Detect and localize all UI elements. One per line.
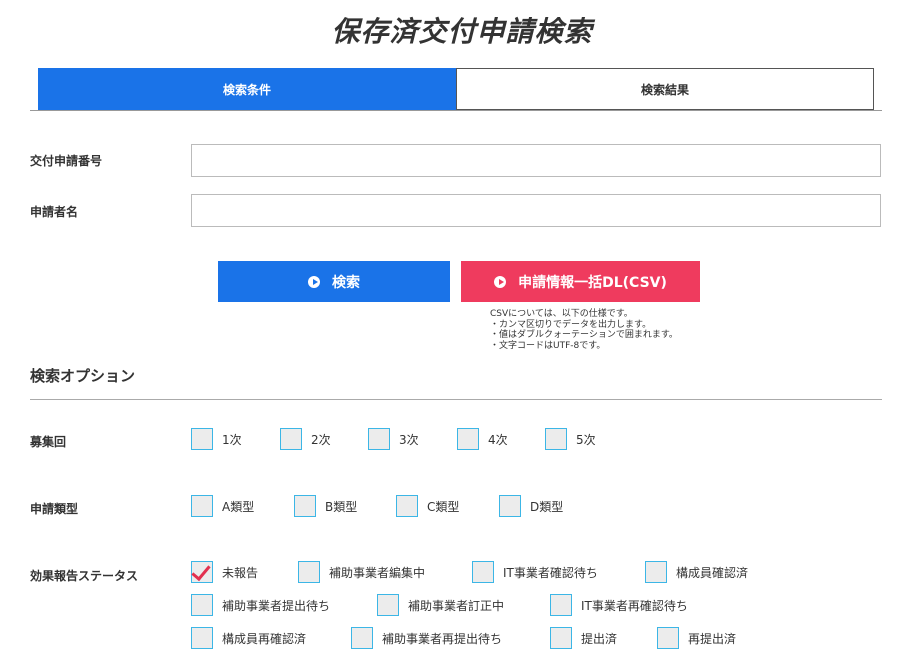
checkbox-box[interactable]: [368, 428, 390, 450]
search-button-label: 検索: [332, 274, 360, 291]
checkbox-box[interactable]: [191, 561, 213, 583]
checkbox-box[interactable]: [545, 428, 567, 450]
csv-note-line: ・文字コードはUTF-8です。: [490, 340, 606, 351]
checkbox-recruitment-5[interactable]: 5次: [545, 428, 596, 450]
checkbox-label: 未報告: [222, 565, 259, 580]
checkbox-type-d[interactable]: D類型: [499, 495, 563, 517]
checkbox-box[interactable]: [550, 627, 572, 649]
checkbox-status-member-confirmed[interactable]: 構成員確認済: [645, 561, 748, 583]
checkbox-label: IT事業者再確認待ち: [581, 598, 688, 613]
checkbox-recruitment-4[interactable]: 4次: [457, 428, 508, 450]
csv-note: CSVについては、以下の仕様です。 ・カンマ区切りでデータを出力します。 ・値は…: [490, 309, 678, 351]
checkbox-recruitment-2[interactable]: 2次: [280, 428, 331, 450]
checkbox-status-member-reconfirmed[interactable]: 構成員再確認済: [191, 627, 306, 649]
checkbox-status-it-confirm-wait[interactable]: IT事業者確認待ち: [472, 561, 598, 583]
checkbox-label: 補助事業者編集中: [329, 565, 426, 580]
application-number-input[interactable]: [191, 144, 881, 177]
checkbox-type-a[interactable]: A類型: [191, 495, 254, 517]
csv-note-line: CSVについては、以下の仕様です。: [490, 309, 633, 319]
checkbox-box[interactable]: [550, 594, 572, 616]
application-number-label: 交付申請番号: [30, 154, 103, 168]
checkbox-box[interactable]: [457, 428, 479, 450]
checkbox-label: 1次: [222, 432, 242, 447]
play-circle-icon: [308, 275, 320, 288]
checkbox-box[interactable]: [191, 428, 213, 450]
play-circle-icon: [494, 275, 507, 288]
checkbox-label: A類型: [222, 499, 255, 514]
checkbox-label: 補助事業者提出待ち: [222, 598, 331, 613]
checkbox-label: 5次: [576, 432, 596, 447]
checkbox-box[interactable]: [191, 627, 213, 649]
page-title: 保存済交付申請検索: [331, 15, 593, 48]
checkbox-box[interactable]: [191, 495, 213, 517]
checkbox-box[interactable]: [191, 594, 213, 616]
csv-note-line: ・カンマ区切りでデータを出力します。: [490, 319, 652, 330]
checkbox-status-unreported[interactable]: 未報告: [191, 561, 258, 583]
checkbox-label: 2次: [311, 432, 331, 447]
checkbox-recruitment-3[interactable]: 3次: [368, 428, 419, 450]
checkbox-box[interactable]: [280, 428, 302, 450]
applicant-name-label: 申請者名: [30, 205, 79, 219]
checkbox-box[interactable]: [645, 561, 667, 583]
recruitment-label: 募集回: [30, 435, 67, 449]
checkbox-type-c[interactable]: C類型: [396, 495, 459, 517]
checkbox-box[interactable]: [396, 495, 418, 517]
csv-download-button-label: 申請情報一括DL(CSV): [518, 274, 667, 291]
tab-search-results[interactable]: 検索結果: [456, 68, 874, 110]
checkbox-label: 提出済: [581, 631, 618, 646]
checkbox-status-editing[interactable]: 補助事業者編集中: [298, 561, 425, 583]
checkbox-label: 4次: [488, 432, 508, 447]
section-divider: [30, 399, 882, 400]
checkbox-label: 構成員確認済: [676, 565, 749, 580]
checkbox-box[interactable]: [499, 495, 521, 517]
report-status-label: 効果報告ステータス: [30, 569, 139, 583]
checkbox-status-resubmit-wait[interactable]: 補助事業者再提出待ち: [351, 627, 502, 649]
checkbox-label: C類型: [427, 499, 460, 514]
checkbox-status-submitted[interactable]: 提出済: [550, 627, 617, 649]
checkbox-label: B類型: [325, 499, 358, 514]
checkbox-label: 補助事業者再提出待ち: [382, 631, 503, 646]
checkbox-status-submit-wait[interactable]: 補助事業者提出待ち: [191, 594, 330, 616]
checkbox-label: 補助事業者訂正中: [408, 598, 505, 613]
checkbox-label: 再提出済: [688, 631, 737, 646]
checkbox-label: IT事業者確認待ち: [503, 565, 598, 580]
checkbox-box[interactable]: [294, 495, 316, 517]
csv-note-line: ・値はダブルクォーテーションで囲まれます。: [490, 330, 678, 340]
checkbox-box[interactable]: [351, 627, 373, 649]
applicant-name-input[interactable]: [191, 194, 881, 227]
checkbox-status-it-reconfirm-wait[interactable]: IT事業者再確認待ち: [550, 594, 688, 616]
checkbox-status-correcting[interactable]: 補助事業者訂正中: [377, 594, 504, 616]
application-type-label: 申請類型: [30, 502, 79, 516]
tab-search-conditions[interactable]: 検索条件: [38, 68, 456, 110]
tab-underline: [30, 110, 882, 111]
csv-download-button[interactable]: 申請情報一括DL(CSV): [461, 261, 700, 302]
checkbox-box[interactable]: [472, 561, 494, 583]
checkbox-label: 構成員再確認済: [222, 631, 307, 646]
checkbox-label: D類型: [530, 499, 564, 514]
checkbox-box[interactable]: [377, 594, 399, 616]
checkbox-label: 3次: [399, 432, 419, 447]
tab-bar: 検索条件 検索結果: [38, 68, 874, 110]
checkbox-status-resubmitted[interactable]: 再提出済: [657, 627, 736, 649]
search-button[interactable]: 検索: [218, 261, 450, 302]
checkbox-box[interactable]: [298, 561, 320, 583]
checkbox-recruitment-1[interactable]: 1次: [191, 428, 242, 450]
search-options-title: 検索オプション: [30, 367, 136, 385]
checkbox-type-b[interactable]: B類型: [294, 495, 357, 517]
checkbox-box[interactable]: [657, 627, 679, 649]
